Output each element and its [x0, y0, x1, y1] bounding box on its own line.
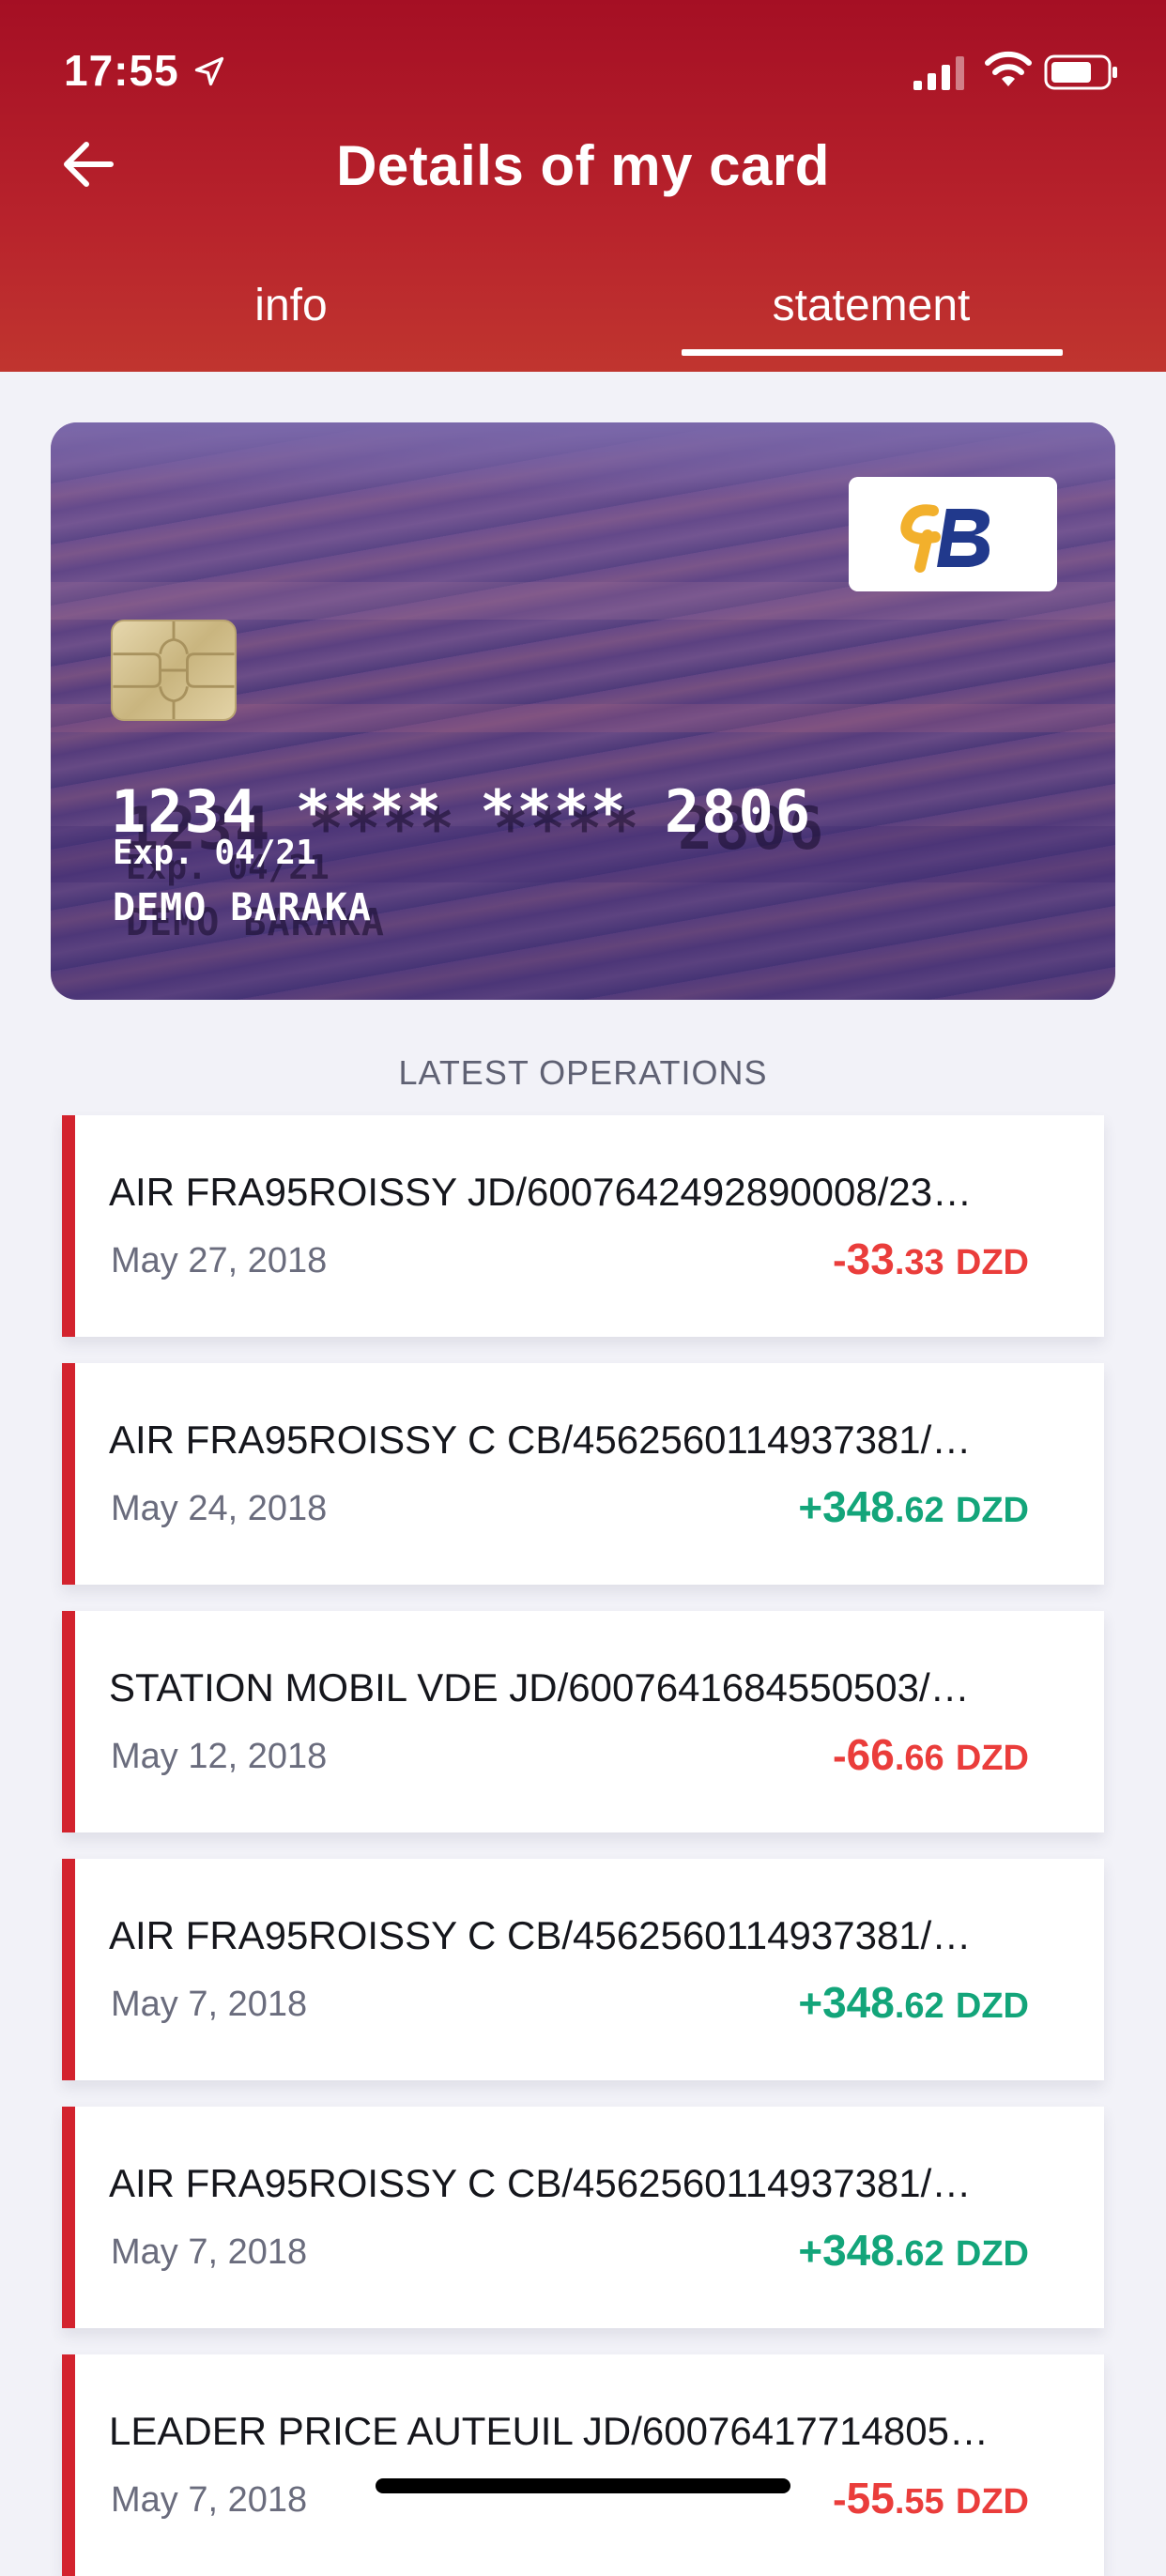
amount-sign: + [798, 1981, 823, 2027]
operation-date: May 7, 2018 [111, 2480, 308, 2520]
amount-integer: 33 [846, 1234, 895, 1283]
wifi-icon [985, 51, 1032, 86]
amount-decimal: .55 [894, 2482, 944, 2522]
tab-bar: info statement [0, 270, 1166, 372]
operation-description: AIR FRA95ROISSY C CB/4562560114937381/… [109, 1913, 972, 1957]
operation-amount: +348.62 DZD [798, 2225, 1029, 2276]
amount-decimal: .66 [894, 1739, 944, 1778]
amount-integer: 348 [822, 1978, 895, 2027]
tab-statement[interactable]: statement [674, 280, 1068, 331]
amount-sign: - [833, 1237, 847, 1283]
amount-decimal: .62 [894, 1986, 944, 2026]
amount-currency: DZD [955, 1739, 1029, 1778]
amount-currency: DZD [955, 1243, 1029, 1282]
operation-date: May 12, 2018 [111, 1737, 328, 1776]
status-time: 17:55 [64, 46, 179, 95]
app-header: 17:55 Details of my card info statement [0, 0, 1166, 372]
list-item[interactable]: AIR FRA95ROISSY C CB/4562560114937381/… … [62, 1363, 1104, 1585]
amount-sign: - [833, 2476, 847, 2522]
operation-description: AIR FRA95ROISSY C CB/4562560114937381/… [109, 1418, 972, 1462]
amount-currency: DZD [955, 2482, 1029, 2522]
location-arrow-icon [194, 56, 224, 86]
amount-decimal: .33 [894, 1243, 944, 1282]
amount-integer: 348 [822, 2226, 895, 2275]
home-indicator[interactable] [376, 2478, 790, 2493]
operation-date: May 24, 2018 [111, 1489, 328, 1528]
amount-currency: DZD [955, 1491, 1029, 1530]
bank-card: 1234 **** **** 2806 Exp. 04/21 DEMO BARA… [51, 422, 1115, 1000]
page-title: Details of my card [336, 134, 830, 197]
amount-integer: 66 [846, 1730, 895, 1779]
operation-date: May 7, 2018 [111, 1985, 308, 2024]
operation-amount: -66.66 DZD [833, 1729, 1029, 1780]
latest-operations-title: LATEST OPERATIONS [398, 1053, 768, 1092]
operation-amount: -33.33 DZD [833, 1234, 1029, 1284]
amount-decimal: .62 [894, 2234, 944, 2274]
status-bar: 17:55 [0, 0, 1166, 141]
amount-integer: 55 [846, 2474, 895, 2522]
list-item[interactable]: AIR FRA95ROISSY JD/6007642492890008/23… … [62, 1115, 1104, 1337]
amount-currency: DZD [955, 2234, 1029, 2274]
amount-decimal: .62 [894, 1491, 944, 1530]
amount-sign: - [833, 1733, 847, 1779]
operation-amount: +348.62 DZD [798, 1977, 1029, 2028]
amount-currency: DZD [955, 1986, 1029, 2026]
amount-sign: + [798, 2229, 823, 2275]
list-item[interactable]: STATION MOBIL VDE JD/6007641684550503/… … [62, 1611, 1104, 1832]
bank-logo [849, 477, 1057, 591]
operation-date: May 27, 2018 [111, 1241, 328, 1280]
card-expiry: Exp. 04/21 [113, 834, 316, 872]
chip-icon [111, 620, 237, 721]
amount-sign: + [798, 1485, 823, 1531]
list-item[interactable]: LEADER PRICE AUTEUIL JD/60076417714805… … [62, 2354, 1104, 2576]
signal-icon [913, 56, 964, 90]
operation-description: STATION MOBIL VDE JD/6007641684550503/… [109, 1665, 970, 1710]
operation-description: AIR FRA95ROISSY C CB/4562560114937381/… [109, 2161, 972, 2205]
operation-description: LEADER PRICE AUTEUIL JD/60076417714805… [109, 2409, 989, 2453]
active-tab-indicator [682, 349, 1063, 356]
battery-icon [1044, 54, 1117, 90]
card-holder-name: DEMO BARAKA [113, 886, 372, 929]
operation-date: May 7, 2018 [111, 2232, 308, 2272]
list-item[interactable]: AIR FRA95ROISSY C CB/4562560114937381/… … [62, 1859, 1104, 2080]
operation-amount: +348.62 DZD [798, 1481, 1029, 1532]
tab-info[interactable]: info [94, 280, 488, 331]
list-item[interactable]: AIR FRA95ROISSY C CB/4562560114937381/… … [62, 2107, 1104, 2328]
amount-integer: 348 [822, 1482, 895, 1531]
operation-amount: -55.55 DZD [833, 2473, 1029, 2523]
operation-description: AIR FRA95ROISSY JD/6007642492890008/23… [109, 1170, 973, 1214]
